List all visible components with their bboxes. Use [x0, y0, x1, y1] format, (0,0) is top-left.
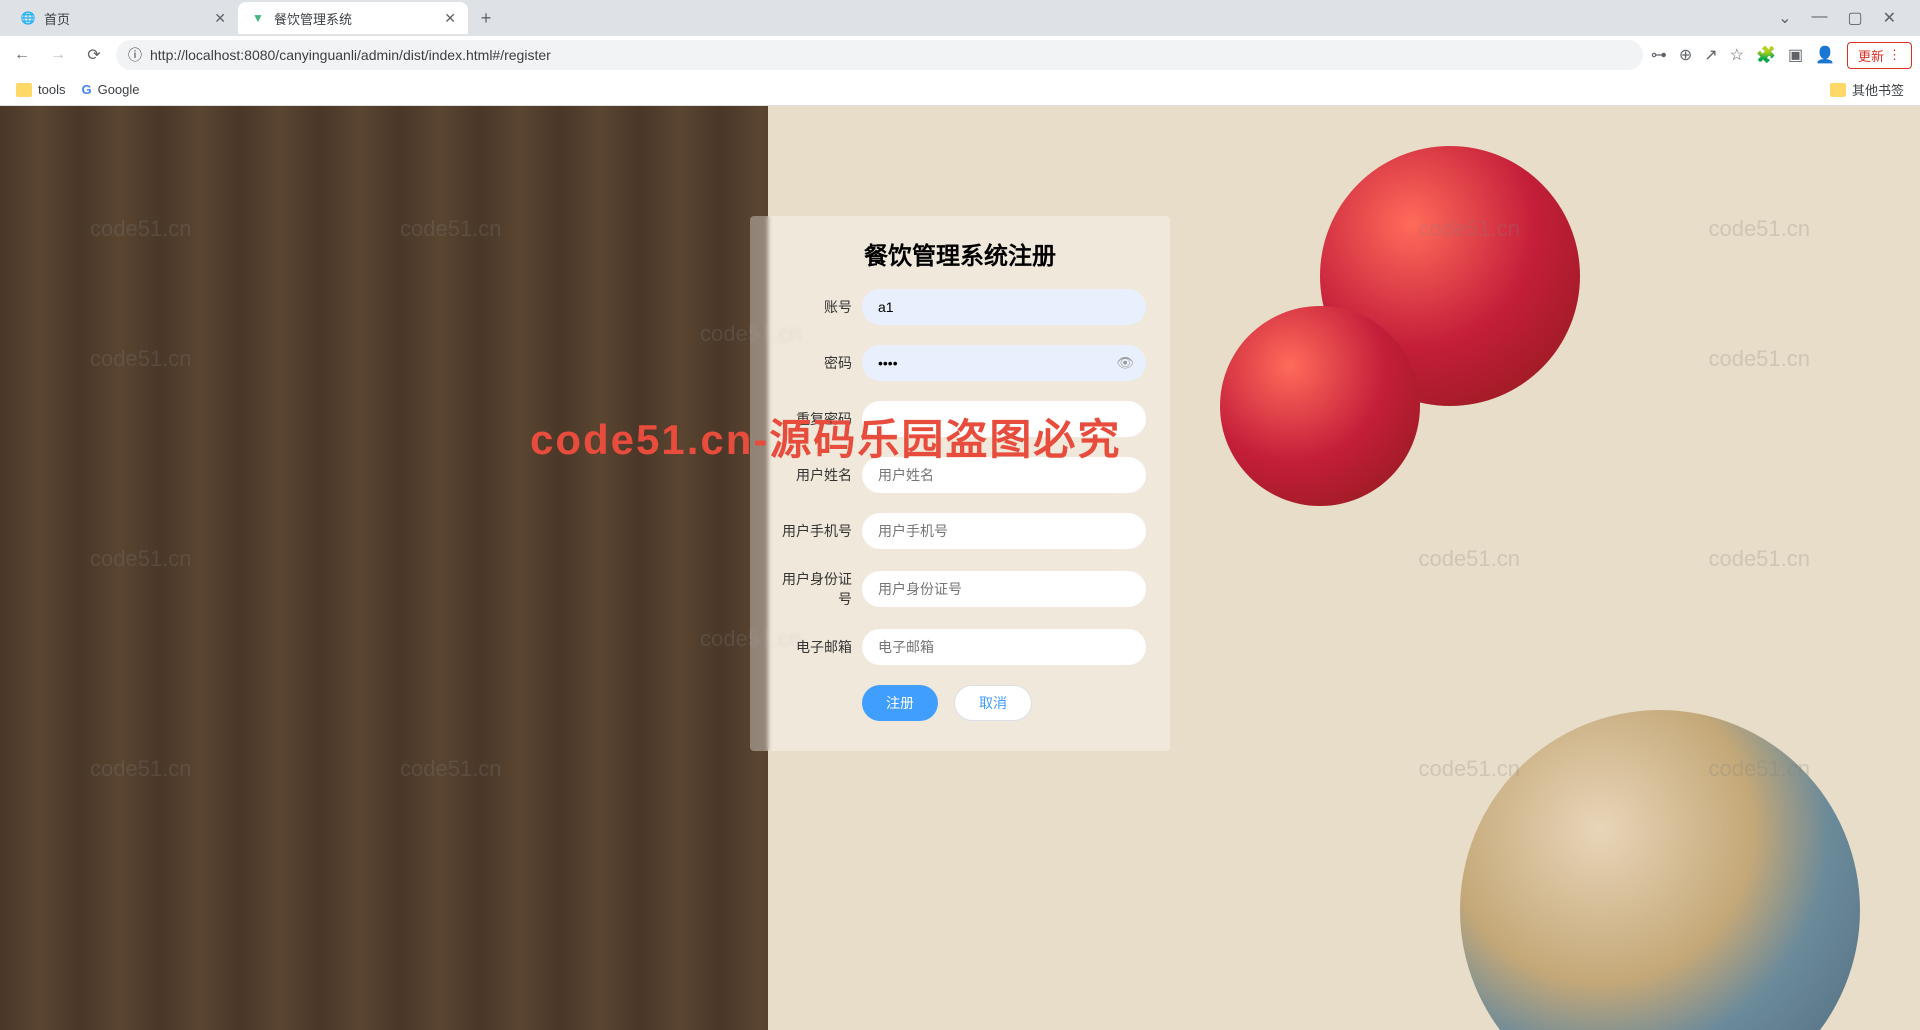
new-tab-button[interactable]: + [472, 4, 500, 32]
browser-chrome: 🌐 首页 ✕ ▼ 餐饮管理系统 ✕ + ⌄ — ▢ ✕ ← → ⟳ ⓘ http… [0, 0, 1920, 106]
minimize-icon[interactable]: — [1811, 8, 1827, 28]
more-icon: ⋮ [1888, 47, 1901, 63]
email-label: 电子邮箱 [774, 637, 852, 657]
star-icon[interactable]: ☆ [1730, 45, 1744, 65]
bookmarks-bar: tools G Google 其他书签 [0, 74, 1920, 106]
url-text: http://localhost:8080/canyinguanli/admin… [150, 47, 1631, 63]
idcard-row: 用户身份证号 [774, 569, 1146, 609]
globe-icon: 🌐 [20, 10, 36, 26]
key-icon[interactable]: ⊶ [1651, 45, 1667, 65]
bookmark-google[interactable]: G Google [81, 82, 139, 97]
form-actions: 注册 取消 [862, 685, 1146, 721]
password-row: 密码 👁 [774, 345, 1146, 381]
share-icon[interactable]: ↗ [1704, 45, 1717, 65]
profile-icon[interactable]: 👤 [1815, 45, 1835, 65]
toolbar-icons: ⊶ ⊕ ↗ ☆ 🧩 ▣ 👤 更新 ⋮ [1651, 42, 1912, 69]
reload-button[interactable]: ⟳ [80, 41, 108, 69]
google-icon: G [81, 82, 91, 97]
zoom-icon[interactable]: ⊕ [1679, 45, 1692, 65]
folder-icon [1830, 83, 1846, 97]
maximize-icon[interactable]: ▢ [1847, 8, 1862, 28]
phone-label: 用户手机号 [774, 521, 852, 541]
account-label: 账号 [774, 297, 852, 317]
username-label: 用户姓名 [774, 465, 852, 485]
form-title: 餐饮管理系统注册 [774, 236, 1146, 271]
update-button[interactable]: 更新 ⋮ [1847, 42, 1912, 69]
back-button[interactable]: ← [8, 41, 36, 69]
cancel-button[interactable]: 取消 [954, 685, 1032, 721]
close-window-icon[interactable]: ✕ [1883, 8, 1896, 28]
password-label: 密码 [774, 353, 852, 373]
repeat-password-row: 重复密码 [774, 401, 1146, 437]
forward-button[interactable]: → [44, 41, 72, 69]
folder-icon [16, 83, 32, 97]
url-bar[interactable]: ⓘ http://localhost:8080/canyinguanli/adm… [116, 40, 1643, 70]
other-bookmarks[interactable]: 其他书签 [1830, 80, 1904, 99]
email-row: 电子邮箱 [774, 629, 1146, 665]
sidepanel-icon[interactable]: ▣ [1788, 45, 1803, 65]
chevron-down-icon[interactable]: ⌄ [1778, 8, 1791, 28]
page-content: code51.cn code51.cn code51.cn code51.cn … [0, 106, 1920, 1030]
vue-icon: ▼ [250, 10, 266, 26]
phone-row: 用户手机号 [774, 513, 1146, 549]
extensions-icon[interactable]: 🧩 [1756, 45, 1776, 65]
idcard-input[interactable] [862, 571, 1146, 607]
register-form: 餐饮管理系统注册 账号 密码 👁 重复密码 用户姓名 用户手机号 用户身份证号 [750, 216, 1170, 751]
phone-input[interactable] [862, 513, 1146, 549]
account-row: 账号 [774, 289, 1146, 325]
email-input[interactable] [862, 629, 1146, 665]
repeat-password-label: 重复密码 [774, 409, 852, 429]
eye-icon[interactable]: 👁 [1116, 355, 1134, 372]
tab-title: 餐饮管理系统 [274, 9, 352, 28]
info-icon[interactable]: ⓘ [128, 45, 142, 65]
close-icon[interactable]: ✕ [444, 10, 456, 27]
tab-app[interactable]: ▼ 餐饮管理系统 ✕ [238, 2, 468, 34]
password-input[interactable] [862, 345, 1146, 381]
register-button[interactable]: 注册 [862, 685, 938, 721]
username-row: 用户姓名 [774, 457, 1146, 493]
repeat-password-input[interactable] [862, 401, 1146, 437]
nav-bar: ← → ⟳ ⓘ http://localhost:8080/canyinguan… [0, 36, 1920, 74]
close-icon[interactable]: ✕ [214, 10, 226, 27]
bookmark-tools[interactable]: tools [16, 82, 65, 97]
idcard-label: 用户身份证号 [774, 569, 852, 609]
tab-home[interactable]: 🌐 首页 ✕ [8, 2, 238, 34]
username-input[interactable] [862, 457, 1146, 493]
tab-bar: 🌐 首页 ✕ ▼ 餐饮管理系统 ✕ + ⌄ — ▢ ✕ [0, 0, 1920, 36]
account-input[interactable] [862, 289, 1146, 325]
window-controls: ⌄ — ▢ ✕ [1762, 8, 1912, 28]
tab-title: 首页 [44, 9, 70, 28]
